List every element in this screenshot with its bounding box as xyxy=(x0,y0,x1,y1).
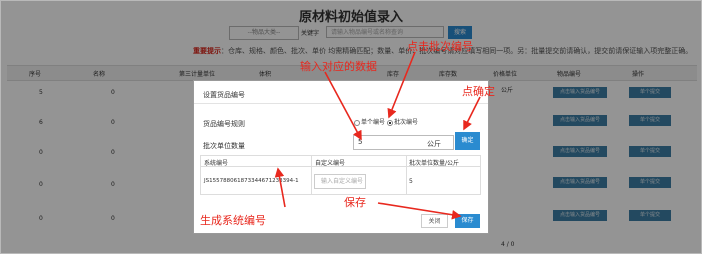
arrow-to-qty xyxy=(324,71,362,141)
arrow-to-save xyxy=(377,202,462,220)
annotation-save: 保存 xyxy=(344,196,366,209)
annotation-input-data: 输入对应的数据 xyxy=(300,60,377,73)
annotation-generate-code: 生成系统编号 xyxy=(200,214,266,227)
arrow-to-batch-radio xyxy=(387,51,416,119)
annotation-click-batch: 点击批次编号 xyxy=(407,40,473,53)
arrow-to-system-code xyxy=(274,167,286,208)
arrow-to-confirm xyxy=(463,96,481,131)
annotation-click-ok: 点确定 xyxy=(462,85,495,98)
annotation-arrows xyxy=(274,51,481,220)
